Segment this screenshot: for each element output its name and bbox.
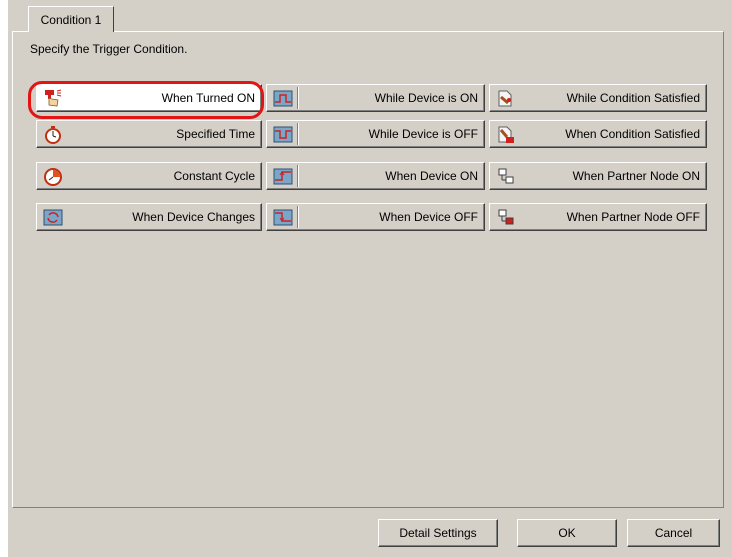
when-condition-satisfied-label: When Condition Satisfied (565, 127, 700, 141)
while-condition-satisfied-button[interactable]: While Condition Satisfied (489, 84, 707, 112)
tab-condition-1[interactable]: Condition 1 (28, 6, 114, 32)
ok-button[interactable]: OK (517, 519, 617, 547)
device-change-graph-icon (43, 208, 63, 227)
partner-node-on-icon (496, 167, 516, 186)
when-device-on-label: When Device ON (385, 169, 478, 183)
when-partner-node-off-button[interactable]: When Partner Node OFF (489, 203, 707, 231)
instruction-text: Specify the Trigger Condition. (30, 42, 188, 56)
while-condition-satisfied-label: While Condition Satisfied (566, 91, 700, 105)
partner-node-off-icon (496, 208, 516, 227)
separator (297, 123, 299, 145)
specified-time-button[interactable]: Specified Time (36, 120, 262, 148)
separator (297, 87, 299, 109)
specified-time-label: Specified Time (176, 127, 255, 141)
tab-label: Condition 1 (40, 12, 102, 27)
when-device-changes-label: When Device Changes (132, 210, 255, 224)
when-turned-on-button[interactable]: When Turned ON (36, 84, 262, 112)
detail-settings-button[interactable]: Detail Settings (378, 519, 498, 547)
while-device-is-on-button[interactable]: While Device is ON (266, 84, 485, 112)
while-device-is-off-label: While Device is OFF (368, 127, 478, 141)
device-rise-graph-icon (273, 167, 293, 186)
device-on-graph-icon (273, 89, 293, 108)
when-device-on-button[interactable]: When Device ON (266, 162, 485, 190)
clock-cycle-icon (43, 167, 63, 186)
when-partner-node-on-button[interactable]: When Partner Node ON (489, 162, 707, 190)
separator (297, 165, 299, 187)
when-turned-on-label: When Turned ON (161, 91, 255, 105)
condition-ok-icon (496, 125, 516, 144)
when-condition-satisfied-button[interactable]: When Condition Satisfied (489, 120, 707, 148)
when-device-changes-button[interactable]: When Device Changes (36, 203, 262, 231)
alarm-clock-icon (43, 125, 63, 144)
separator (297, 206, 299, 228)
condition-satisfied-icon (496, 89, 516, 108)
cancel-button[interactable]: Cancel (627, 519, 720, 547)
device-off-graph-icon (273, 125, 293, 144)
constant-cycle-button[interactable]: Constant Cycle (36, 162, 262, 190)
device-fall-graph-icon (273, 208, 293, 227)
while-device-is-on-label: While Device is ON (374, 91, 478, 105)
when-device-off-label: When Device OFF (379, 210, 478, 224)
when-partner-node-on-label: When Partner Node ON (572, 169, 700, 183)
constant-cycle-label: Constant Cycle (173, 169, 255, 183)
when-device-off-button[interactable]: When Device OFF (266, 203, 485, 231)
when-partner-node-off-label: When Partner Node OFF (566, 210, 700, 224)
while-device-is-off-button[interactable]: While Device is OFF (266, 120, 485, 148)
hand-press-icon (43, 89, 63, 108)
